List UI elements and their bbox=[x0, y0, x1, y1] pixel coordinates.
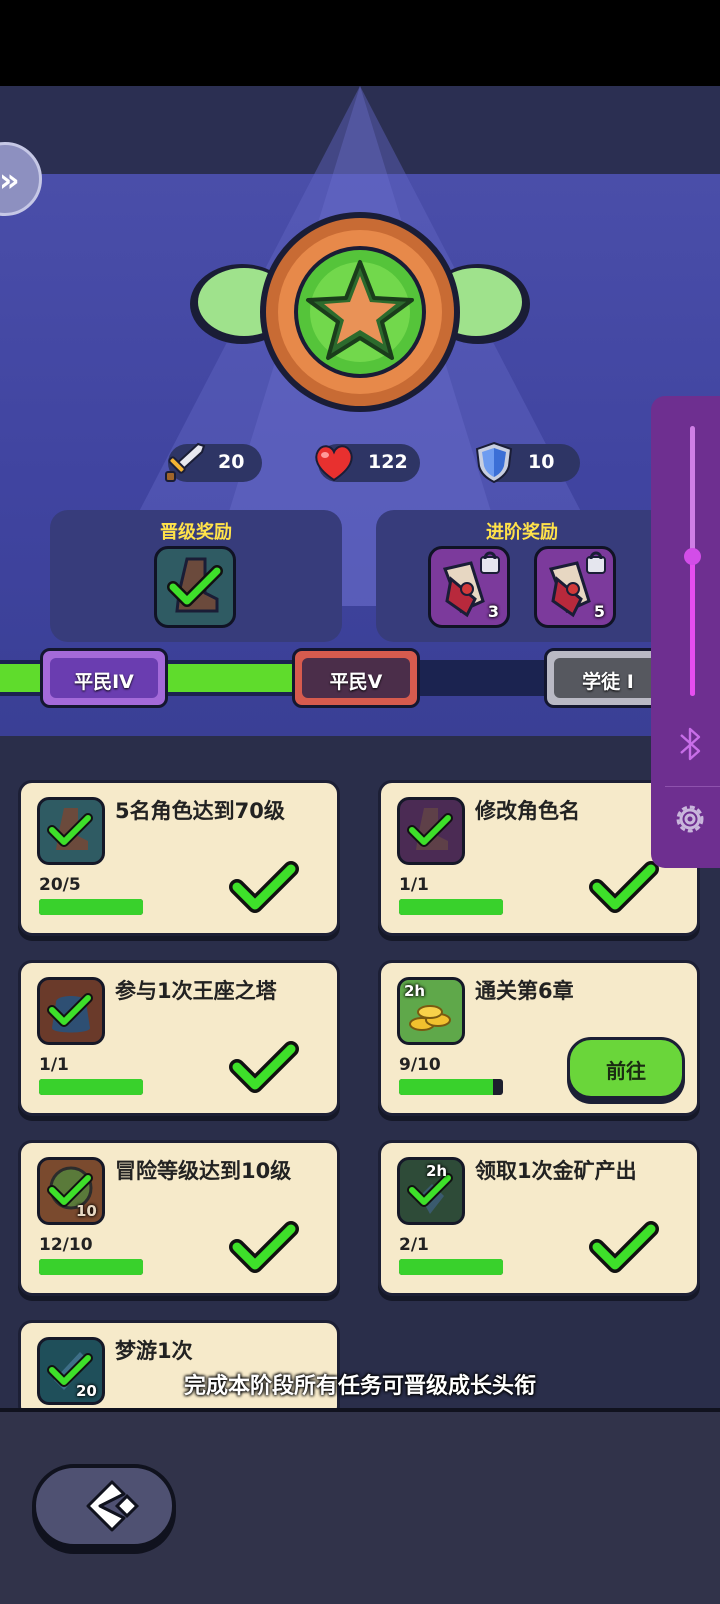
task-progress-text: 20/5 bbox=[39, 875, 81, 895]
heart-icon bbox=[315, 445, 353, 482]
go-button[interactable]: 前往 bbox=[567, 1037, 685, 1099]
sword-icon bbox=[165, 442, 206, 482]
level-icon: 10 bbox=[37, 1157, 105, 1225]
back-arrow-icon bbox=[86, 1480, 140, 1532]
timer-label: 2h bbox=[426, 1162, 448, 1180]
task-progress-text: 1/1 bbox=[39, 1055, 69, 1075]
task-title: 梦游1次 bbox=[115, 1339, 193, 1363]
checkmark-icon bbox=[229, 1041, 299, 1093]
task-card[interactable]: 2h 领取1次金矿产出 2/1 bbox=[378, 1140, 700, 1296]
defense-stat: 10 bbox=[475, 441, 580, 484]
back-button[interactable] bbox=[32, 1464, 176, 1548]
task-progress-text: 12/10 bbox=[39, 1235, 93, 1255]
boot-icon bbox=[167, 557, 223, 613]
volume-slider-fill bbox=[690, 556, 695, 696]
task-progress-text: 2/1 bbox=[399, 1235, 429, 1255]
task-progress-bar bbox=[39, 1079, 143, 1095]
double-chevron-icon: » bbox=[0, 161, 20, 199]
advance-reward-panel: 进阶奖励 3 5 bbox=[376, 510, 668, 642]
task-card[interactable]: 2h 通关第6章 9/10 前往 bbox=[378, 960, 700, 1116]
go-button-label: 前往 bbox=[606, 1059, 646, 1083]
promotion-reward-panel: 晋级奖励 bbox=[50, 510, 342, 642]
rank-label: 平民V bbox=[329, 671, 383, 693]
advance-reward-item-1[interactable]: 3 bbox=[428, 546, 510, 628]
promotion-reward-item[interactable] bbox=[154, 546, 236, 628]
advance-reward-title: 进阶奖励 bbox=[486, 522, 558, 543]
timer-label: 2h bbox=[404, 982, 426, 1000]
boot-icon bbox=[397, 797, 465, 865]
hp-value: 122 bbox=[368, 451, 408, 473]
task-progress-bar bbox=[39, 899, 143, 915]
system-overlay-panel bbox=[651, 396, 720, 868]
pickaxe-icon: 2h bbox=[397, 1157, 465, 1225]
gear-icon[interactable] bbox=[671, 800, 709, 838]
task-title: 领取1次金矿产出 bbox=[475, 1159, 637, 1183]
task-card[interactable]: 5名角色达到70级 20/5 bbox=[18, 780, 340, 936]
task-progress-bar bbox=[39, 1259, 143, 1275]
checkmark-icon bbox=[589, 1221, 659, 1273]
checkmark-icon bbox=[589, 861, 659, 913]
checkmark-icon bbox=[229, 1221, 299, 1273]
task-progress-bar bbox=[399, 1079, 503, 1095]
bottom-bar bbox=[0, 1408, 720, 1604]
rank-commoner-4[interactable]: 平民IV bbox=[40, 648, 168, 708]
promotion-reward-title: 晋级奖励 bbox=[160, 522, 232, 543]
task-title: 5名角色达到70级 bbox=[115, 799, 285, 823]
task-title: 修改角色名 bbox=[475, 799, 580, 823]
task-title: 冒险等级达到10级 bbox=[115, 1159, 292, 1183]
volume-slider-handle[interactable] bbox=[684, 548, 701, 565]
bluetooth-icon[interactable] bbox=[675, 724, 705, 764]
task-title: 通关第6章 bbox=[475, 979, 574, 1003]
level-label: 10 bbox=[76, 1202, 97, 1220]
task-progress-bar bbox=[399, 899, 503, 915]
task-progress-text: 9/10 bbox=[399, 1055, 441, 1075]
shield-icon bbox=[475, 441, 513, 484]
hint-text: 完成本阶段所有任务可晋级成长头衔 bbox=[183, 1374, 536, 1399]
hp-stat: 122 bbox=[315, 444, 420, 482]
boot-icon bbox=[37, 797, 105, 865]
title-badge-icon bbox=[190, 212, 530, 412]
task-card[interactable]: 10 冒险等级达到10级 12/10 bbox=[18, 1140, 340, 1296]
task-progress-text: 1/1 bbox=[399, 875, 429, 895]
task-progress-bar bbox=[399, 1259, 503, 1275]
gold-coins-icon: 2h bbox=[397, 977, 465, 1045]
checkmark-icon bbox=[229, 861, 299, 913]
advance-reward-count-1: 3 bbox=[487, 602, 499, 621]
task-card[interactable]: 参与1次王座之塔 1/1 bbox=[18, 960, 340, 1116]
advance-reward-item-2[interactable]: 5 bbox=[534, 546, 616, 628]
advance-reward-count-2: 5 bbox=[593, 602, 605, 621]
rank-commoner-5[interactable]: 平民V bbox=[292, 648, 420, 708]
attack-stat: 20 bbox=[165, 442, 262, 482]
status-bar-area bbox=[0, 0, 720, 86]
rank-label: 平民IV bbox=[74, 671, 134, 693]
defense-value: 10 bbox=[528, 451, 555, 473]
attack-value: 20 bbox=[218, 451, 245, 473]
bag-icon bbox=[37, 977, 105, 1045]
task-title: 参与1次王座之塔 bbox=[115, 979, 277, 1003]
